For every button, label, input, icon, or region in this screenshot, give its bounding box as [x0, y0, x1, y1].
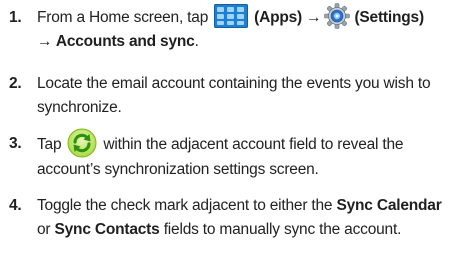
apps-label: (Apps): [254, 9, 303, 26]
step-number: 1.: [9, 9, 22, 26]
arrow: →: [306, 9, 322, 26]
accounts-and-sync-path: → Accounts and sync: [37, 33, 195, 50]
settings-gear-icon: [324, 3, 351, 29]
step-line: or Sync Contacts fields to manually sync…: [37, 218, 467, 242]
step-body: Toggle the check mark adjacent to either…: [37, 194, 467, 242]
step-line: From a Home screen, tap (Apps) → (Settin…: [37, 3, 467, 30]
step-body: From a Home screen, tap (Apps) → (Settin…: [37, 3, 467, 54]
step-text: fields to manually sync the account.: [163, 221, 402, 238]
settings-label: (Settings): [354, 9, 424, 26]
step-body: Locate the email account containing the …: [37, 72, 467, 120]
step-text: Toggle the check mark adjacent to either…: [37, 197, 333, 214]
sync-contacts-label: Sync Contacts: [54, 221, 160, 238]
step-number: 4.: [9, 197, 22, 214]
step-line: → Accounts and sync.: [37, 30, 467, 54]
step-text: From a Home screen, tap: [37, 9, 209, 26]
step-line: Locate the email account containing the …: [37, 75, 431, 92]
step-line: account’s synchronization settings scree…: [37, 161, 319, 178]
step-line: Tap within the adjacent account field to…: [37, 128, 467, 158]
step-text: Tap: [37, 136, 62, 154]
sync-icon: [67, 128, 97, 158]
step-text: or: [37, 221, 51, 238]
apps-grid-icon: [214, 4, 249, 29]
step-text: .: [194, 33, 199, 50]
step-line: Toggle the check mark adjacent to either…: [37, 194, 467, 218]
step-text: within the adjacent account field to rev…: [103, 136, 404, 154]
step-number: 3.: [9, 135, 22, 152]
sync-calendar-label: Sync Calendar: [336, 197, 442, 214]
step-body: Tap within the adjacent account field to…: [37, 128, 467, 182]
step-number: 2.: [9, 75, 22, 92]
step-line: synchronize.: [37, 99, 122, 116]
instruction-document: 1. From a Home screen, tap (Apps) → (Set…: [0, 0, 473, 261]
